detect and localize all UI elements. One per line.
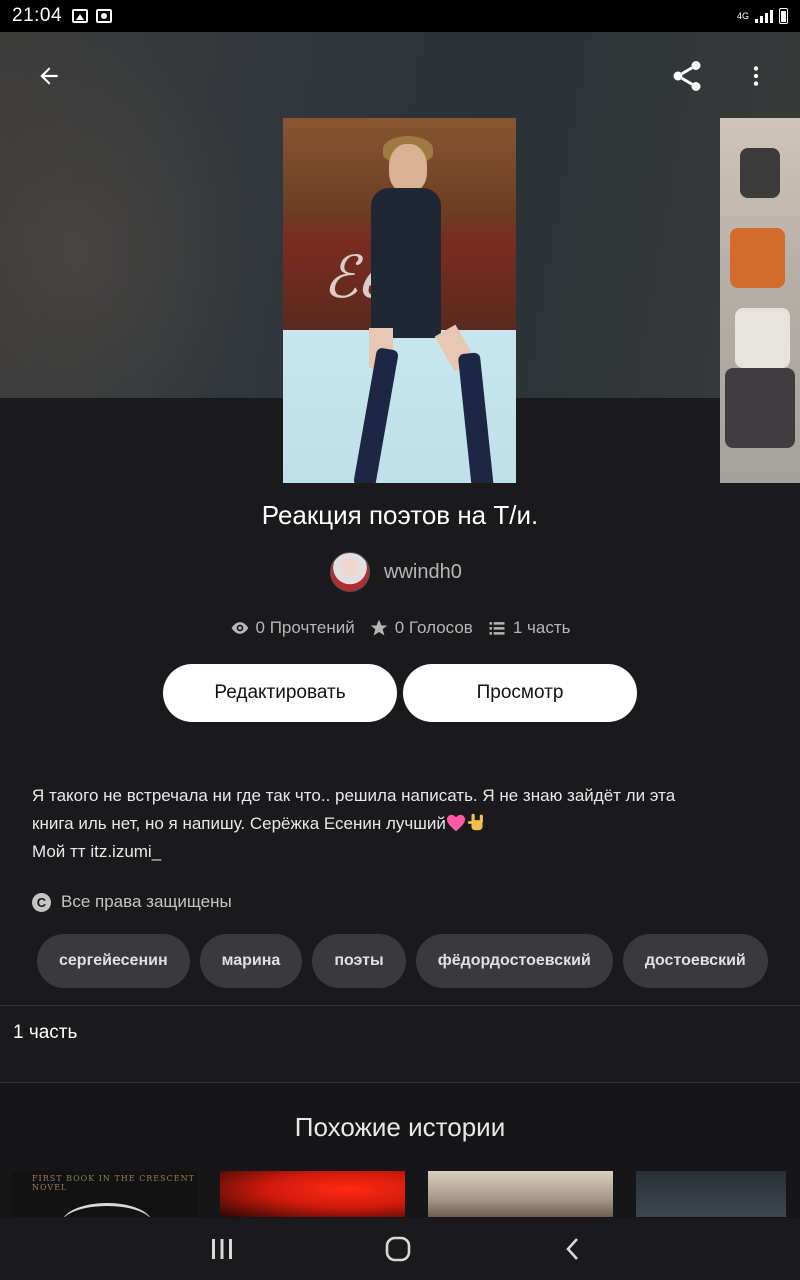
story-title: Реакция поэтов на Т/и. xyxy=(261,500,539,530)
rock-hand-emoji-icon xyxy=(467,813,483,831)
next-cover-figure xyxy=(740,148,780,198)
description-line: Мой тт itz.izumi_ xyxy=(32,842,162,861)
parts-count: 1 часть xyxy=(512,618,571,637)
next-cover-figure xyxy=(730,228,785,288)
tag-chip[interactable]: фёдордостоевский xyxy=(415,934,613,988)
parts-link[interactable]: 1 часть xyxy=(13,1022,77,1044)
reads-count: 0 Прочтений xyxy=(255,618,355,637)
similar-story-cover[interactable]: FIRST BOOK IN THE CRESCENT NOVEL xyxy=(12,1171,197,1217)
status-notification-icons xyxy=(72,9,113,23)
story-stats: 0 Прочтений 0 Голосов 1 часть xyxy=(0,618,800,638)
parts-stat: 1 часть xyxy=(487,618,571,638)
tag-chip[interactable]: достоевский xyxy=(622,934,768,988)
record-icon xyxy=(96,9,113,23)
eye-icon xyxy=(231,622,248,634)
back-nav-button[interactable] xyxy=(549,1232,597,1266)
tag-chip[interactable]: сергейесенин xyxy=(37,934,190,988)
system-nav-bar xyxy=(0,1218,800,1280)
similar-stories-title: Похожие истории xyxy=(294,1112,506,1142)
story-description: Я такого не встречала ни где так что.. р… xyxy=(32,782,772,866)
battery-icon xyxy=(779,8,788,24)
arrow-left-icon xyxy=(40,67,58,85)
description-line: книга иль нет, но я напишу. Серёжка Есен… xyxy=(32,814,446,833)
back-button[interactable] xyxy=(25,52,73,100)
story-cover[interactable]: ℰℯ xyxy=(283,118,516,483)
more-vertical-icon xyxy=(753,66,759,86)
network-type: 4G xyxy=(736,10,749,21)
author-link[interactable]: wwindh0 xyxy=(330,552,462,592)
next-cover-figure xyxy=(735,308,790,368)
similar-story-cover[interactable] xyxy=(636,1171,786,1217)
recent-apps-button[interactable] xyxy=(198,1232,246,1266)
tag-chip[interactable]: марина xyxy=(199,934,303,988)
edit-button[interactable]: Редактировать xyxy=(163,664,397,722)
similar-cover-text: FIRST BOOK IN THE CRESCENT NOVEL xyxy=(32,1174,195,1192)
recent-apps-icon xyxy=(212,1239,232,1259)
heart-emoji-icon xyxy=(446,814,465,832)
star-icon xyxy=(370,619,388,636)
status-bar: 21:04 4G xyxy=(0,0,800,32)
share-icon xyxy=(673,61,701,91)
next-story-cover[interactable] xyxy=(720,118,800,483)
similar-stories-list: FIRST BOOK IN THE CRESCENT NOVEL xyxy=(12,1171,786,1217)
home-icon xyxy=(385,1236,411,1262)
author-name[interactable]: wwindh0 xyxy=(384,561,462,584)
copyright-icon: C xyxy=(32,892,51,912)
votes-stat: 0 Голосов xyxy=(369,618,473,638)
view-button[interactable]: Просмотр xyxy=(403,664,637,722)
next-cover-figure xyxy=(725,368,795,448)
share-button[interactable] xyxy=(663,52,711,100)
avatar[interactable] xyxy=(330,552,370,592)
similar-cover-arc xyxy=(62,1203,152,1217)
tag-chip[interactable]: поэты xyxy=(312,934,406,988)
back-nav-icon xyxy=(566,1238,578,1260)
action-buttons: Редактировать Просмотр xyxy=(163,664,637,722)
divider xyxy=(0,1005,800,1006)
reads-stat: 0 Прочтений xyxy=(230,618,355,638)
copyright-label: Все права защищены xyxy=(61,892,232,911)
more-button[interactable] xyxy=(732,52,780,100)
description-line: Я такого не встречала ни где так что.. р… xyxy=(32,786,676,805)
signal-icon xyxy=(755,9,773,23)
copyright-notice: C Все права защищены xyxy=(32,892,232,912)
list-icon xyxy=(489,622,505,635)
cover-figure-body xyxy=(371,188,441,338)
image-icon xyxy=(72,9,89,23)
similar-story-cover[interactable] xyxy=(220,1171,405,1217)
cover-figure-head xyxy=(389,144,427,192)
status-right: 4G xyxy=(737,8,788,24)
description-line-with-emoji: книга иль нет, но я напишу. Серёжка Есен… xyxy=(32,810,772,838)
similar-story-cover[interactable] xyxy=(428,1171,613,1217)
home-button[interactable] xyxy=(374,1232,422,1266)
tags-row: сергейесенин марина поэты фёдордостоевск… xyxy=(37,934,779,988)
votes-count: 0 Голосов xyxy=(394,618,473,637)
status-time: 21:04 xyxy=(12,5,63,26)
